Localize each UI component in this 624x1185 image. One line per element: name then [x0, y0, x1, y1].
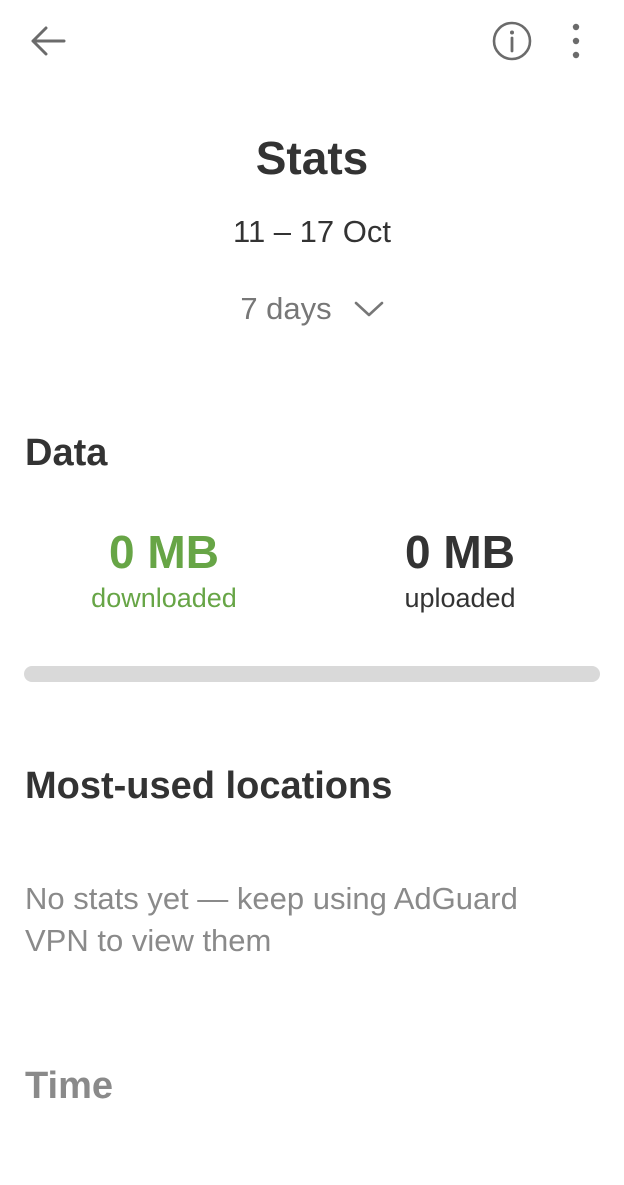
- info-circle-icon: [492, 21, 532, 61]
- more-vertical-icon: [572, 23, 580, 59]
- downloaded-label: downloaded: [91, 583, 237, 613]
- time-section-title: Time: [25, 1065, 114, 1107]
- info-button[interactable]: [486, 18, 538, 64]
- data-section-title: Data: [25, 432, 108, 474]
- uploaded-label: uploaded: [404, 583, 516, 613]
- downloaded-stat: 0 MB downloaded: [34, 524, 294, 616]
- uploaded-stat: 0 MB uploaded: [330, 524, 590, 616]
- downloaded-value: 0 MB: [109, 526, 219, 578]
- arrow-left-icon: [31, 26, 66, 56]
- uploaded-value: 0 MB: [405, 526, 515, 578]
- more-options-button[interactable]: [552, 18, 600, 64]
- locations-empty-message: No stats yet — keep using AdGuard VPN to…: [25, 881, 518, 958]
- chevron-down-icon: [354, 301, 383, 317]
- back-button[interactable]: [22, 18, 74, 64]
- locations-section-title: Most-used locations: [25, 765, 393, 807]
- page-title: Stats: [255, 132, 369, 184]
- data-usage-bar: [24, 666, 600, 682]
- period-dropdown[interactable]: 7 days: [212, 286, 412, 332]
- period-label: 7 days: [240, 291, 332, 326]
- date-range: 11 – 17 Oct: [233, 214, 391, 249]
